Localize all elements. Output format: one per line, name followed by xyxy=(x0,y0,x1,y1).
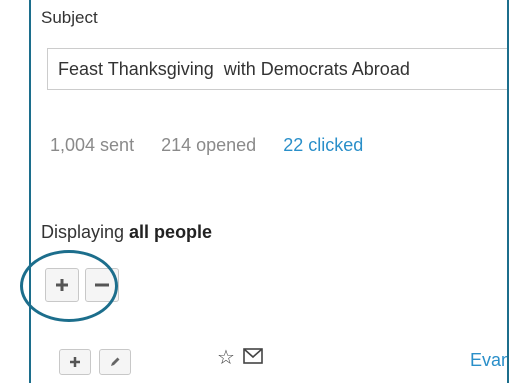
plus-icon xyxy=(70,357,80,367)
subject-input[interactable] xyxy=(47,48,507,90)
email-stats: 1,004 sent 214 opened 22 clicked xyxy=(50,135,385,156)
event-link[interactable]: Evant xyxy=(470,350,507,371)
pencil-icon xyxy=(111,357,120,366)
people-filter-value: all people xyxy=(129,222,213,242)
remove-button[interactable] xyxy=(85,268,119,302)
people-filter-prefix: Displaying xyxy=(41,222,130,242)
sent-count: 1,004 sent xyxy=(50,135,135,155)
minus-icon xyxy=(95,283,109,287)
subject-label: Subject xyxy=(41,8,98,27)
row-add-button[interactable] xyxy=(59,349,91,375)
row-edit-button[interactable] xyxy=(99,349,131,375)
opened-count: 214 opened xyxy=(161,135,257,155)
clicked-count-link[interactable]: 22 clicked xyxy=(283,135,363,155)
email-details-panel: Subject 1,004 sent 214 opened 22 clicked… xyxy=(29,0,509,383)
mail-icon[interactable] xyxy=(243,348,263,369)
star-icon[interactable]: ☆ xyxy=(217,345,235,370)
people-filter-label: Displaying all people xyxy=(41,222,212,243)
add-button[interactable] xyxy=(45,268,79,302)
plus-icon xyxy=(56,279,68,291)
